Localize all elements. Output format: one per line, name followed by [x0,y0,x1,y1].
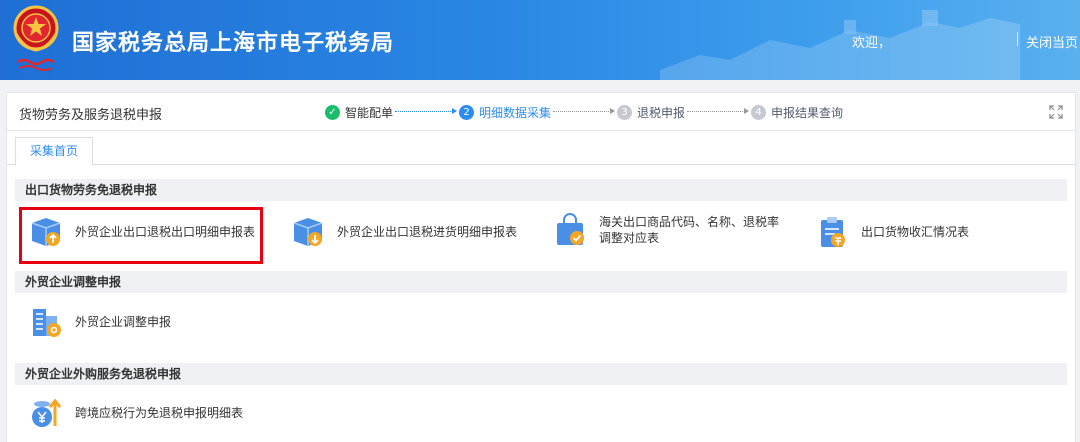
step-connector [553,108,615,114]
step-label: 智能配单 [345,106,394,120]
step-check-icon: ✓ [325,105,340,120]
box-download-icon [293,218,323,246]
tab-bar: 采集首页 [7,131,1075,166]
step-label: 退税申报 [637,106,686,120]
shopping-bag-check-icon [557,213,584,245]
tax-emblem-icon [13,5,59,71]
step-refund-declare[interactable]: 3 退税申报 [617,104,685,121]
step-number: 4 [751,105,766,120]
step-number: 2 [459,105,474,120]
export-detail-report-item[interactable]: 外贸企业出口退税出口明细申报表 [29,215,255,249]
close-page-button[interactable]: 关闭当页 [1026,32,1078,51]
item-label: 外贸企业调整申报 [75,315,172,329]
great-wall-decoration [660,10,1020,80]
step-smart-match[interactable]: ✓ 智能配单 [325,104,393,121]
clipboard-money-icon [821,217,845,247]
step-result-query[interactable]: 4 申报结果查询 [751,104,843,121]
section-header: 外贸企业调整申报 [15,271,1067,293]
customs-code-table-item[interactable]: 海关出口商品代码、名称、退税率调整对应表 [553,213,793,247]
site-title: 国家税务总局上海市电子税务局 [72,31,395,56]
cross-border-service-item[interactable]: 跨境应税行为免退税申报明细表 [29,396,243,430]
item-label: 出口货物收汇情况表 [861,225,970,239]
step-detail-collection[interactable]: 2 明细数据采集 [459,104,551,121]
fullscreen-icon[interactable] [1049,105,1063,119]
buildings-gear-icon [33,309,61,337]
adjust-declaration-item[interactable]: 外贸企业调整申报 [29,305,171,339]
welcome-text: 欢迎， [852,36,892,51]
coins-arrow-icon [32,398,62,427]
section-header: 外贸企业外购服务免退税申报 [15,363,1067,385]
main-panel: 货物劳务及服务退税申报 ✓ 智能配单 2 明细数据采集 3 退税申报 4 申报结… [6,92,1076,442]
item-label: 跨境应税行为免退税申报明细表 [75,406,244,420]
item-label: 外贸企业出口退税出口明细申报表 [75,225,256,239]
item-label: 外贸企业出口退税进货明细申报表 [337,225,518,239]
item-label: 海关出口商品代码、名称、退税率调整对应表 [599,215,780,245]
step-number: 3 [617,105,632,120]
header-divider [1017,32,1018,46]
export-receipt-report-item[interactable]: 出口货物收汇情况表 [815,215,969,249]
box-upload-icon [31,218,61,246]
step-label: 申报结果查询 [771,106,844,120]
site-header: 国家税务总局上海市电子税务局 欢迎， 关闭当页 [0,0,1080,80]
step-connector [687,108,749,114]
page-title: 货物劳务及服务退税申报 [19,108,163,123]
tab-collection-home[interactable]: 采集首页 [15,137,94,166]
step-label: 明细数据采集 [479,106,552,120]
purchase-detail-report-item[interactable]: 外贸企业出口退税进货明细申报表 [291,215,517,249]
section-header: 出口货物劳务免退税申报 [15,179,1067,201]
step-connector [395,108,457,114]
panel-header: 货物劳务及服务退税申报 ✓ 智能配单 2 明细数据采集 3 退税申报 4 申报结… [7,93,1075,131]
